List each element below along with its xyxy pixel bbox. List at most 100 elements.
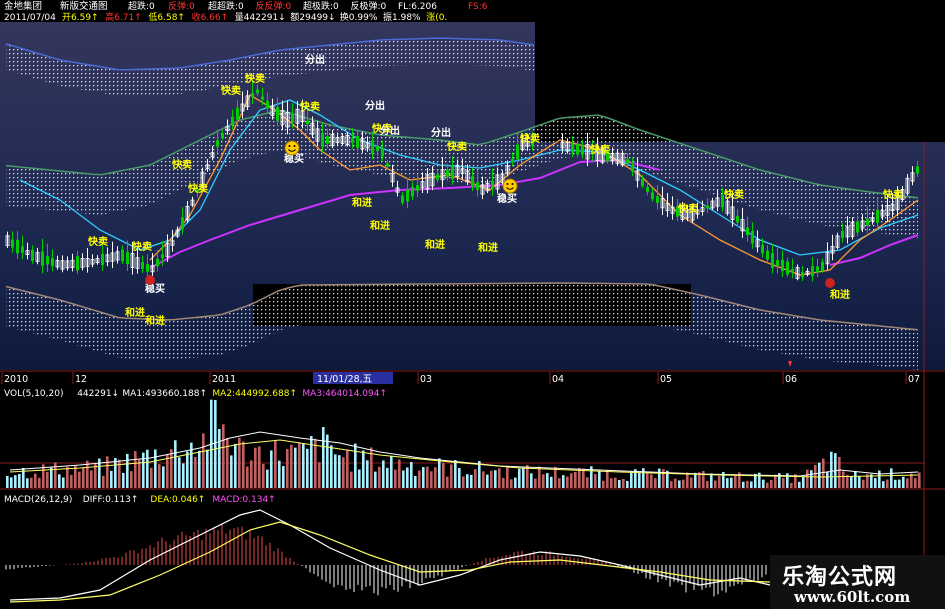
volume-bar-up xyxy=(538,466,541,488)
volume-bar-up xyxy=(66,466,69,488)
volume-bar-down xyxy=(798,481,801,488)
header-bar: 金地集团 新版交通图 超跌:0 反弹:0 超超跌:0 反反弹:0 超极跌:0 反极弹:0 F… xyxy=(0,0,535,23)
volume-bar-up xyxy=(430,471,433,488)
volume-bar-up xyxy=(378,466,381,488)
candle-down xyxy=(811,266,814,277)
buy-dot-icon xyxy=(145,275,155,285)
ohlc-value: 换0.99% xyxy=(340,11,378,23)
volume-bar-up xyxy=(650,474,653,488)
candle-down xyxy=(436,174,439,180)
ohlc-value: 低6.58↑ xyxy=(148,11,185,23)
candle-down xyxy=(181,217,184,229)
volume-bar-up xyxy=(918,472,921,488)
volume-bar-down xyxy=(58,474,61,488)
volume-bar-down xyxy=(26,478,29,488)
volume-bar-down xyxy=(10,477,13,488)
candle-down xyxy=(236,107,239,120)
volume-bar-down xyxy=(678,480,681,488)
volume-bar-up xyxy=(434,467,437,488)
volume-bar-down xyxy=(354,443,357,488)
candle-down xyxy=(571,143,574,153)
volume-bar-down xyxy=(454,460,457,488)
indicator-value: 超超跌:0 xyxy=(208,0,244,12)
stock-name: 金地集团 xyxy=(4,0,42,12)
candle-down xyxy=(626,159,629,164)
candle-down xyxy=(816,266,819,273)
volume-bar-up xyxy=(502,477,505,488)
volume-bar-up xyxy=(606,469,609,488)
volume-bar-up xyxy=(498,468,501,488)
volume-bar-down xyxy=(618,480,621,488)
candle-down xyxy=(916,166,919,174)
volume-bar-down xyxy=(898,479,901,488)
watermark-name: 乐淘公式网 xyxy=(782,565,898,590)
volume-bar-down xyxy=(518,468,521,488)
volume-bar-down xyxy=(486,474,489,488)
volume-bar-down xyxy=(818,462,821,488)
volume-bar-down xyxy=(890,468,893,488)
candle-down xyxy=(216,140,219,147)
volume-bar-up xyxy=(166,454,169,488)
volume-bar-up xyxy=(822,458,825,488)
volume-bar-down xyxy=(514,477,517,488)
candle-down xyxy=(276,107,279,121)
candle-down xyxy=(476,182,479,190)
volume-bar-down xyxy=(466,474,469,488)
signal-label: 快卖 xyxy=(589,143,610,156)
smiley-eye xyxy=(293,145,296,147)
macd-header-value: MACD(26,12,9) xyxy=(4,495,72,505)
volume-bar-down xyxy=(562,475,565,488)
candle-down xyxy=(251,93,254,97)
volume-bar-down xyxy=(390,455,393,488)
volume-header-value: MA1:493660.188↑ xyxy=(122,389,207,399)
volume-bar-up xyxy=(286,448,289,488)
volume-bar-up xyxy=(770,480,773,488)
volume-bar-down xyxy=(14,475,17,488)
candle-down xyxy=(736,215,739,223)
volume-header-value: MA2:444992.688↑ xyxy=(212,389,297,399)
macd-header-value: DIFF:0.113↑ xyxy=(83,495,139,505)
volume-bar-down xyxy=(626,480,629,488)
candle-down xyxy=(781,259,784,272)
volume-bar-down xyxy=(198,450,201,488)
volume-bar-up xyxy=(842,471,845,488)
candle-down xyxy=(21,246,24,253)
volume-header-value: MA3:464014.094↑ xyxy=(302,389,387,399)
candle-down xyxy=(101,253,104,266)
volume-bar-up xyxy=(566,476,569,488)
volume-panel: VOL(5,10,20) 442291↓ MA1:493660.188↑ MA2:44… xyxy=(0,385,945,491)
candle-down xyxy=(141,262,144,269)
volume-bar-up xyxy=(578,467,581,488)
candle-down xyxy=(371,140,374,154)
volume-bar-up xyxy=(250,460,253,488)
volume-bar-up xyxy=(82,467,85,488)
volume-bar-up xyxy=(106,456,109,488)
volume-bar-up xyxy=(222,424,225,488)
volume-bar-up xyxy=(594,474,597,488)
candle-down xyxy=(776,260,779,266)
volume-bar-down xyxy=(330,445,333,488)
smiley-icon xyxy=(284,140,300,156)
volume-bar-down xyxy=(382,460,385,488)
candle-down xyxy=(656,196,659,203)
volume-bar-down xyxy=(850,475,853,488)
volume-bar-up xyxy=(90,470,93,488)
signal-label: 和进 xyxy=(424,238,445,251)
volume-bar-up xyxy=(130,471,133,488)
volume-bar-up xyxy=(670,481,673,488)
candle-down xyxy=(356,136,359,148)
volume-bar-down xyxy=(310,436,313,488)
volume-bar-down xyxy=(710,473,713,488)
candle-down xyxy=(156,258,159,267)
candle-down xyxy=(641,178,644,187)
candle-down xyxy=(221,133,224,139)
candle-down xyxy=(646,187,649,192)
volume-bar-down xyxy=(638,472,641,488)
chart-canvas[interactable]: 快卖 快卖快卖快卖快卖快卖快卖快卖快卖快卖快卖快卖快卖 快卖和进和进和进和进和进 和进… xyxy=(0,0,945,609)
volume-bar-down xyxy=(878,470,881,488)
indicator-value: 超跌:0 xyxy=(128,0,155,12)
volume-bar-up xyxy=(426,466,429,488)
volume-bar-up xyxy=(838,457,841,488)
candle-down xyxy=(306,120,309,125)
volume-bar-up xyxy=(674,478,677,488)
